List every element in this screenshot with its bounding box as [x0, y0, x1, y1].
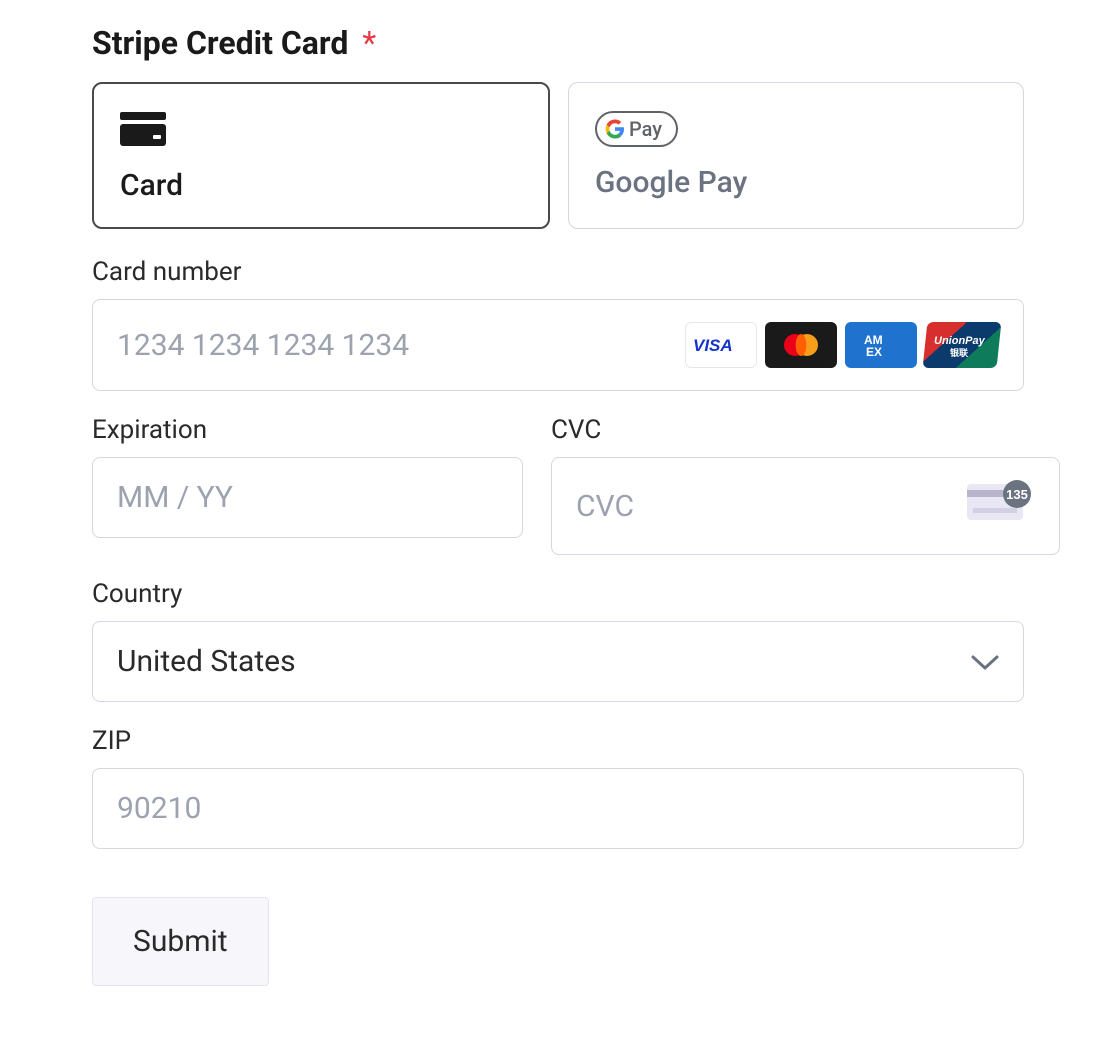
- form-heading: Stripe Credit Card *: [92, 24, 1024, 62]
- zip-input[interactable]: [117, 791, 999, 826]
- zip-label: ZIP: [92, 726, 1024, 756]
- gpay-pill-text: Pay: [629, 117, 662, 141]
- card-number-input[interactable]: [117, 328, 675, 363]
- payment-method-row: Card Pay Google Pay: [92, 82, 1024, 229]
- svg-text:135: 135: [1006, 487, 1028, 502]
- card-number-input-wrap: VISA AM EX UnionPay 银联: [92, 299, 1024, 391]
- credit-card-icon: [120, 112, 166, 150]
- svg-text:VISA: VISA: [693, 336, 733, 354]
- country-selected-value: United States: [117, 644, 296, 679]
- card-number-field: Card number VISA AM EX: [92, 257, 1024, 391]
- country-field: Country United States: [92, 579, 1024, 702]
- payment-method-gpay-label: Google Pay: [595, 165, 747, 200]
- payment-method-gpay[interactable]: Pay Google Pay: [568, 82, 1024, 229]
- required-asterisk: *: [362, 24, 376, 62]
- country-select[interactable]: United States: [92, 621, 1024, 702]
- expiration-label: Expiration: [92, 415, 523, 445]
- mastercard-icon: [765, 322, 837, 368]
- heading-text: Stripe Credit Card: [92, 24, 348, 62]
- payment-method-card[interactable]: Card: [92, 82, 550, 229]
- chevron-down-icon: [971, 644, 999, 679]
- expiration-field: Expiration: [92, 415, 523, 555]
- unionpay-icon: UnionPay 银联: [923, 322, 1002, 368]
- visa-icon: VISA: [685, 322, 757, 368]
- country-label: Country: [92, 579, 1024, 609]
- cvc-label: CVC: [551, 415, 1060, 445]
- cvc-input[interactable]: [576, 489, 957, 524]
- cvc-field: CVC 135: [551, 415, 1060, 555]
- google-pay-icon: Pay: [595, 111, 678, 147]
- svg-text:EX: EX: [866, 345, 882, 359]
- zip-input-wrap: [92, 768, 1024, 849]
- card-brand-icons: VISA AM EX UnionPay 银联: [685, 322, 999, 368]
- svg-text:银联: 银联: [950, 347, 969, 358]
- cvc-input-wrap: 135: [551, 457, 1060, 555]
- expiration-input[interactable]: [117, 480, 498, 515]
- card-number-label: Card number: [92, 257, 1024, 287]
- submit-button[interactable]: Submit: [92, 897, 269, 986]
- amex-icon: AM EX: [845, 322, 917, 368]
- svg-text:UnionPay: UnionPay: [934, 335, 986, 347]
- cvc-hint-icon: 135: [967, 480, 1035, 532]
- zip-field: ZIP: [92, 726, 1024, 849]
- payment-method-card-label: Card: [120, 168, 183, 203]
- expiration-input-wrap: [92, 457, 523, 538]
